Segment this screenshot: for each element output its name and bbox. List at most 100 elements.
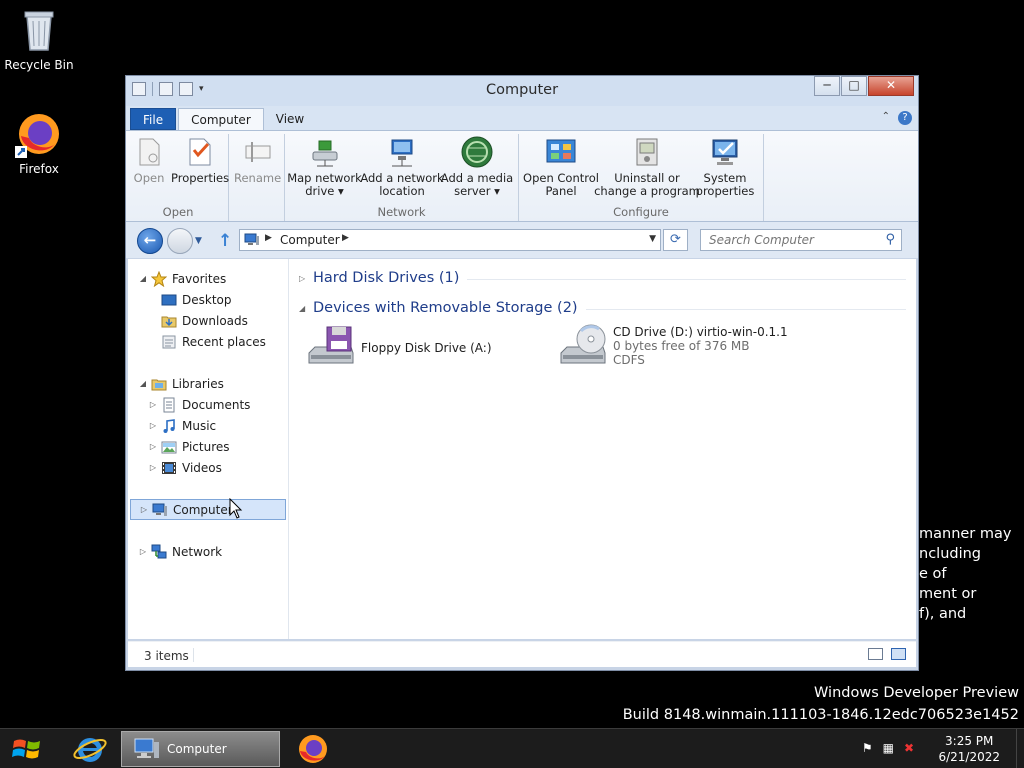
group-label-network: Network — [377, 205, 426, 220]
minimize-ribbon-icon[interactable]: ⌃ — [882, 111, 890, 125]
properties-button[interactable]: Properties — [168, 134, 232, 205]
nav-desktop[interactable]: Desktop — [128, 289, 288, 310]
search-icon[interactable]: ⚲ — [885, 232, 895, 247]
search-box[interactable]: ⚲ — [700, 229, 902, 251]
floppy-drive-icon — [307, 323, 355, 369]
nav-computer[interactable]: ▷ Computer — [130, 497, 286, 520]
forward-button[interactable] — [167, 228, 193, 254]
action-center-flag-icon[interactable]: ⚑ — [862, 741, 873, 755]
ribbon-group-rename: Rename — [229, 134, 285, 221]
up-button[interactable]: ↑ — [218, 231, 232, 251]
add-network-location-button[interactable]: Add a network location — [360, 134, 444, 205]
group-label-configure: Configure — [613, 205, 669, 220]
address-bar[interactable]: ▶ Computer ▶ ▼ — [239, 229, 661, 251]
group-removable-storage[interactable]: ◢ Devices with Removable Storage (2) — [299, 297, 906, 319]
media-server-icon — [461, 136, 493, 168]
open-control-panel-button[interactable]: Open Control Panel — [521, 134, 601, 205]
music-icon — [161, 418, 177, 434]
address-dropdown-icon[interactable]: ▼ — [649, 234, 656, 244]
floppy-drive-item[interactable]: Floppy Disk Drive (A:) — [307, 323, 559, 369]
open-control-panel-label: Open Control Panel — [523, 171, 599, 198]
start-button[interactable] — [8, 735, 46, 763]
nav-music[interactable]: ▷ Music — [128, 415, 288, 436]
status-bar: 3 items — [128, 641, 916, 667]
nav-videos-label: Videos — [182, 460, 222, 475]
nav-libraries[interactable]: ◢ Libraries — [128, 373, 288, 394]
tiles-view-icon[interactable] — [891, 648, 906, 660]
open-button[interactable]: Open — [130, 134, 168, 205]
nav-recent-places-label: Recent places — [182, 334, 266, 349]
recent-places-icon — [161, 334, 177, 350]
uninstall-program-label: Uninstall or change a program — [594, 171, 700, 198]
expand-arrow-icon[interactable]: ▷ — [148, 400, 158, 409]
tab-view[interactable]: View — [264, 108, 316, 130]
search-input[interactable] — [701, 230, 871, 250]
properties-label: Properties — [171, 171, 230, 185]
expand-arrow-icon[interactable]: ▷ — [148, 442, 158, 451]
recent-locations-dropdown-icon[interactable]: ▼ — [195, 236, 202, 246]
close-button[interactable]: ✕ — [868, 76, 914, 96]
network-status-icon[interactable]: ▦ — [883, 741, 894, 755]
ribbon-group-network: Map network drive ▾ Add a network locati… — [285, 134, 519, 221]
nav-network-label: Network — [172, 544, 223, 559]
add-media-server-button[interactable]: Add a media server ▾ — [440, 134, 514, 205]
taskbar-firefox[interactable] — [291, 731, 335, 767]
windows-logo-icon — [12, 739, 40, 759]
nav-documents-label: Documents — [182, 397, 251, 412]
taskbar-computer-label: Computer — [167, 742, 227, 756]
nav-network[interactable]: ▷ Network — [128, 541, 288, 562]
breadcrumb-computer[interactable]: Computer — [280, 233, 340, 247]
navigation-pane: ◢ Favorites Desktop Downloads Recent pla… — [128, 259, 289, 639]
control-panel-icon — [545, 136, 577, 168]
rename-button[interactable]: Rename — [231, 134, 284, 205]
nav-documents[interactable]: ▷ Documents — [128, 394, 288, 415]
nav-desktop-label: Desktop — [182, 292, 232, 307]
expand-arrow-icon[interactable]: ▷ — [139, 505, 149, 514]
show-desktop-button[interactable] — [1016, 729, 1024, 768]
content-pane: ▷ Hard Disk Drives (1) ◢ Devices with Re… — [289, 259, 916, 639]
nav-recent-places[interactable]: Recent places — [128, 331, 288, 352]
network-icon — [151, 544, 167, 560]
expand-arrow-icon[interactable]: ▷ — [148, 421, 158, 430]
system-properties-button[interactable]: System properties — [693, 134, 757, 205]
open-icon — [133, 136, 165, 168]
title-bar[interactable]: ▾ Computer ─ □ ✕ — [126, 76, 918, 106]
uninstall-program-button[interactable]: Uninstall or change a program — [594, 134, 700, 205]
maximize-button[interactable]: □ — [841, 76, 867, 96]
expand-arrow-icon[interactable]: ▷ — [148, 463, 158, 472]
rename-label: Rename — [234, 171, 282, 185]
collapse-arrow-icon[interactable]: ◢ — [138, 274, 148, 283]
cd-drive-item[interactable]: CD Drive (D:) virtio-win-0.1.1 0 bytes f… — [559, 323, 811, 369]
tab-file[interactable]: File — [130, 108, 177, 130]
details-view-icon[interactable] — [868, 648, 883, 660]
breadcrumb-chevron-icon[interactable]: ▶ — [342, 233, 349, 243]
nav-pictures[interactable]: ▷ Pictures — [128, 436, 288, 457]
ribbon-right-controls: ⌃ ? — [882, 111, 912, 125]
map-network-drive-button[interactable]: Map network drive ▾ — [287, 134, 362, 205]
back-button[interactable]: ← — [137, 228, 163, 254]
recycle-bin-shortcut[interactable]: Recycle Bin — [1, 6, 77, 72]
taskbar-computer-window[interactable]: Computer — [121, 731, 280, 767]
nav-videos[interactable]: ▷ Videos — [128, 457, 288, 478]
collapse-arrow-icon[interactable]: ◢ — [299, 304, 313, 313]
group-hard-disk-drives[interactable]: ▷ Hard Disk Drives (1) — [299, 267, 906, 289]
help-icon[interactable]: ? — [898, 111, 912, 125]
clock[interactable]: 3:25 PM 6/21/2022 — [938, 733, 1000, 765]
background-text: manner may ncluding e of ment or f), and — [919, 526, 1012, 622]
nav-favorites[interactable]: ◢ Favorites — [128, 268, 288, 289]
add-media-server-label: Add a media server ▾ — [440, 171, 514, 198]
computer-small-icon — [244, 233, 260, 247]
collapse-arrow-icon[interactable]: ◢ — [138, 379, 148, 388]
open-label: Open — [133, 171, 165, 185]
tab-computer[interactable]: Computer — [178, 108, 264, 130]
firefox-icon — [299, 735, 327, 763]
minimize-button[interactable]: ─ — [814, 76, 840, 96]
expand-arrow-icon[interactable]: ▷ — [299, 274, 313, 283]
refresh-button[interactable]: ⟳ — [663, 229, 688, 251]
volume-muted-icon[interactable]: ✖ — [904, 741, 914, 755]
nav-downloads[interactable]: Downloads — [128, 310, 288, 331]
breadcrumb-chevron-icon[interactable]: ▶ — [265, 233, 272, 243]
expand-arrow-icon[interactable]: ▷ — [138, 547, 148, 556]
firefox-shortcut[interactable]: Firefox — [1, 110, 77, 176]
taskbar-internet-explorer[interactable] — [68, 731, 112, 767]
